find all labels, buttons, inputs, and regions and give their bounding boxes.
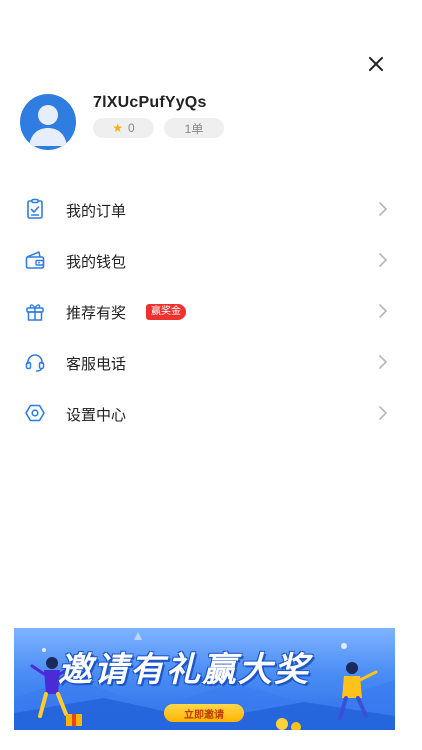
star-icon: ★ bbox=[112, 121, 124, 135]
wallet-icon bbox=[25, 251, 45, 269]
user-avatar-icon bbox=[29, 105, 67, 146]
menu-item-customer-service[interactable]: 客服电话 bbox=[0, 336, 422, 387]
chevron-right-icon bbox=[379, 406, 387, 420]
menu-list: 我的订单 我的钱包 推荐有奖 赢奖金 客服电话 设置中心 bbox=[0, 183, 422, 438]
headset-icon bbox=[25, 354, 45, 372]
hexagon-settings-icon bbox=[25, 404, 45, 422]
menu-item-label: 客服电话 bbox=[66, 356, 127, 373]
menu-item-label: 设置中心 bbox=[66, 407, 127, 424]
banner-title: 邀请有礼赢大奖 bbox=[58, 651, 310, 689]
chevron-right-icon bbox=[379, 253, 387, 267]
gift-icon bbox=[26, 304, 44, 321]
profile-header: 7lXUcPufYyQs ★ 0 1单 bbox=[20, 94, 400, 154]
clipboard-check-icon bbox=[27, 198, 43, 219]
rating-badge: ★ 0 bbox=[93, 118, 154, 138]
order-count: 1单 bbox=[184, 121, 204, 136]
menu-item-orders[interactable]: 我的订单 bbox=[0, 183, 422, 234]
menu-item-wallet[interactable]: 我的钱包 bbox=[0, 234, 422, 285]
menu-item-label: 推荐有奖 bbox=[66, 305, 127, 322]
menu-item-label: 我的钱包 bbox=[66, 254, 127, 271]
menu-item-settings[interactable]: 设置中心 bbox=[0, 387, 422, 438]
rating-value: 0 bbox=[128, 121, 135, 135]
close-button[interactable] bbox=[362, 50, 390, 78]
close-icon bbox=[369, 57, 383, 71]
menu-item-referral[interactable]: 推荐有奖 赢奖金 bbox=[0, 285, 422, 336]
invite-banner[interactable]: 邀请有礼赢大奖 立即邀请 bbox=[14, 628, 395, 730]
username: 7lXUcPufYyQs bbox=[93, 94, 207, 111]
menu-item-label: 我的订单 bbox=[66, 203, 127, 220]
invite-now-button[interactable]: 立即邀请 bbox=[164, 704, 244, 722]
chevron-right-icon bbox=[379, 202, 387, 216]
order-count-badge: 1单 bbox=[164, 118, 224, 138]
reward-badge: 赢奖金 bbox=[146, 304, 186, 320]
chevron-right-icon bbox=[379, 355, 387, 369]
chevron-right-icon bbox=[379, 304, 387, 318]
avatar[interactable] bbox=[20, 94, 76, 150]
